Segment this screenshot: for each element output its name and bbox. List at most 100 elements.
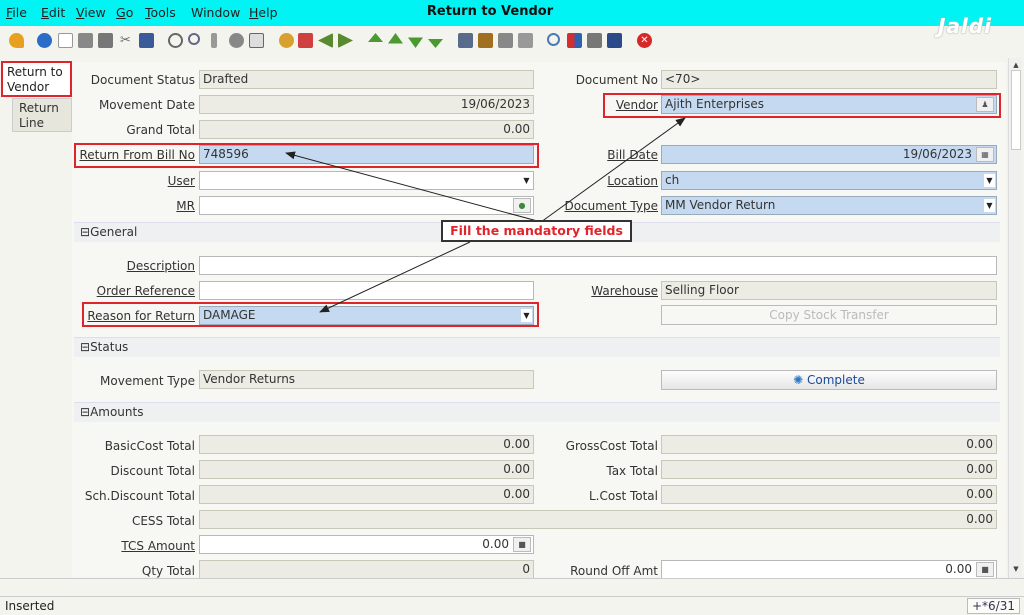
status-text: Inserted [5, 599, 55, 613]
exit-icon[interactable]: ✕ [637, 33, 652, 48]
undo-icon[interactable] [9, 33, 24, 48]
tax-total-label: Tax Total [606, 464, 658, 478]
discount-total-field: 0.00 [199, 460, 534, 479]
home-icon[interactable] [298, 33, 313, 48]
record-indicator[interactable]: +*6/31 [966, 598, 1020, 614]
vendor-field[interactable]: Ajith Enterprises ♟ [661, 95, 997, 114]
next-icon[interactable] [338, 33, 353, 48]
workflow-icon[interactable] [567, 33, 582, 48]
calculator-icon[interactable]: ■ [976, 562, 994, 577]
last-record-icon[interactable] [428, 39, 443, 48]
order-reference-input[interactable] [199, 281, 534, 300]
lcost-total-field: 0.00 [661, 485, 997, 504]
document-no-label: Document No [575, 73, 658, 87]
scrollbar-thumb[interactable] [1011, 70, 1021, 150]
calendar-icon[interactable]: ▦ [976, 147, 994, 162]
tcs-amount-label: TCS Amount [121, 539, 195, 553]
help-icon[interactable] [37, 33, 52, 48]
section-status[interactable]: ⊟Status [74, 337, 1000, 357]
previous-icon[interactable] [318, 33, 333, 48]
bill-date-label: Bill Date [607, 148, 658, 162]
attachment-icon[interactable] [211, 33, 217, 48]
delete-icon[interactable] [98, 33, 113, 48]
grid-toggle-icon[interactable] [249, 33, 264, 48]
description-input[interactable] [199, 256, 997, 275]
product-info-icon[interactable] [587, 33, 602, 48]
complete-icon: ✺ [793, 373, 808, 387]
movement-type-field: Vendor Returns [199, 370, 534, 389]
cess-total-label: CESS Total [131, 514, 195, 528]
archive-icon[interactable] [478, 33, 493, 48]
report-icon[interactable] [458, 33, 473, 48]
round-off-amt-label: Round Off Amt [570, 564, 658, 578]
movement-date-label: Movement Date [98, 98, 195, 112]
grosscost-total-field: 0.00 [661, 435, 997, 454]
user-select[interactable]: ▼ [199, 171, 534, 190]
copy-stock-transfer-button[interactable]: Copy Stock Transfer [661, 305, 997, 325]
grand-total-label: Grand Total [126, 123, 195, 137]
grosscost-total-label: GrossCost Total [565, 439, 658, 453]
copy-icon[interactable] [78, 33, 93, 48]
mr-label: MR [176, 199, 195, 213]
jaldi-logo: Jaldi [938, 14, 992, 38]
vendor-lookup-icon[interactable]: ♟ [976, 97, 994, 112]
complete-button[interactable]: ✺ Complete [661, 370, 997, 390]
round-off-amt-input[interactable]: 0.00 ■ [661, 560, 997, 579]
movement-date-field: 19/06/2023 [199, 95, 534, 114]
section-amounts[interactable]: ⊟Amounts [74, 402, 1000, 422]
expand-icon: ⊟ [80, 405, 91, 419]
grand-total-field: 0.00 [199, 120, 534, 139]
document-type-dropdown-icon[interactable]: ▼ [984, 199, 995, 212]
reason-dropdown-icon[interactable]: ▼ [521, 309, 532, 322]
user-label: User [167, 174, 195, 188]
horizontal-scrollbar[interactable] [0, 578, 1024, 594]
movement-type-label: Movement Type [100, 374, 195, 388]
basiccost-total-label: BasicCost Total [104, 439, 195, 453]
first-record-icon[interactable] [368, 33, 383, 42]
description-label: Description [126, 259, 195, 273]
vendor-value: Ajith Enterprises [665, 97, 764, 111]
delete-selection-icon[interactable]: ✂ [118, 33, 133, 48]
find-icon[interactable] [188, 33, 200, 45]
tax-total-field: 0.00 [661, 460, 997, 479]
reason-for-return-select[interactable]: DAMAGE ▼ [199, 306, 534, 325]
scroll-up-icon[interactable]: ▲ [1011, 60, 1021, 70]
new-icon[interactable] [58, 33, 73, 48]
vendor-label: Vendor [615, 98, 658, 112]
vertical-scrollbar[interactable]: ▲ ▼ [1008, 58, 1022, 578]
qty-total-label: Qty Total [141, 564, 195, 578]
chat-icon[interactable] [229, 33, 244, 48]
mr-lookup-icon[interactable]: ● [513, 198, 531, 213]
history-icon[interactable] [279, 33, 294, 48]
previous-record-icon[interactable] [388, 33, 403, 44]
bill-date-field[interactable]: 19/06/2023 ▦ [661, 145, 997, 164]
calculator-icon[interactable]: ■ [513, 537, 531, 552]
expand-icon: ⊟ [80, 340, 91, 354]
tcs-amount-input[interactable]: 0.00 ■ [199, 535, 534, 554]
tab-panel: Return to Vendor Return Line [0, 58, 72, 578]
location-select[interactable]: ch ▼ [661, 171, 997, 190]
next-record-icon[interactable] [408, 37, 423, 48]
menu-bar: File Edit View Go Tools Window Help Retu… [0, 0, 1024, 26]
tab-return-line[interactable]: Return Line [12, 98, 72, 132]
document-status-label: Document Status [90, 73, 195, 87]
order-reference-label: Order Reference [96, 284, 195, 298]
print-preview-icon[interactable] [498, 33, 513, 48]
qty-total-field: 0 [199, 560, 534, 579]
return-from-bill-no-input[interactable]: 748596 [199, 145, 534, 164]
request-icon[interactable] [607, 33, 622, 48]
save-icon[interactable] [139, 33, 154, 48]
expand-icon: ⊟ [80, 225, 91, 239]
bill-date-value: 19/06/2023 [902, 147, 972, 161]
refresh-icon[interactable] [168, 33, 183, 48]
mr-field[interactable]: ● [199, 196, 534, 215]
tab-return-to-vendor[interactable]: Return to Vendor [2, 62, 72, 96]
document-no-field: <70> [661, 70, 997, 89]
scroll-down-icon[interactable]: ▼ [1011, 564, 1021, 574]
print-icon[interactable] [518, 33, 533, 48]
location-dropdown-icon[interactable]: ▼ [984, 174, 995, 187]
user-dropdown-icon[interactable]: ▼ [521, 174, 532, 187]
lcost-total-label: L.Cost Total [588, 489, 658, 503]
zoom-across-icon[interactable] [547, 33, 560, 46]
document-type-select[interactable]: MM Vendor Return ▼ [661, 196, 997, 215]
